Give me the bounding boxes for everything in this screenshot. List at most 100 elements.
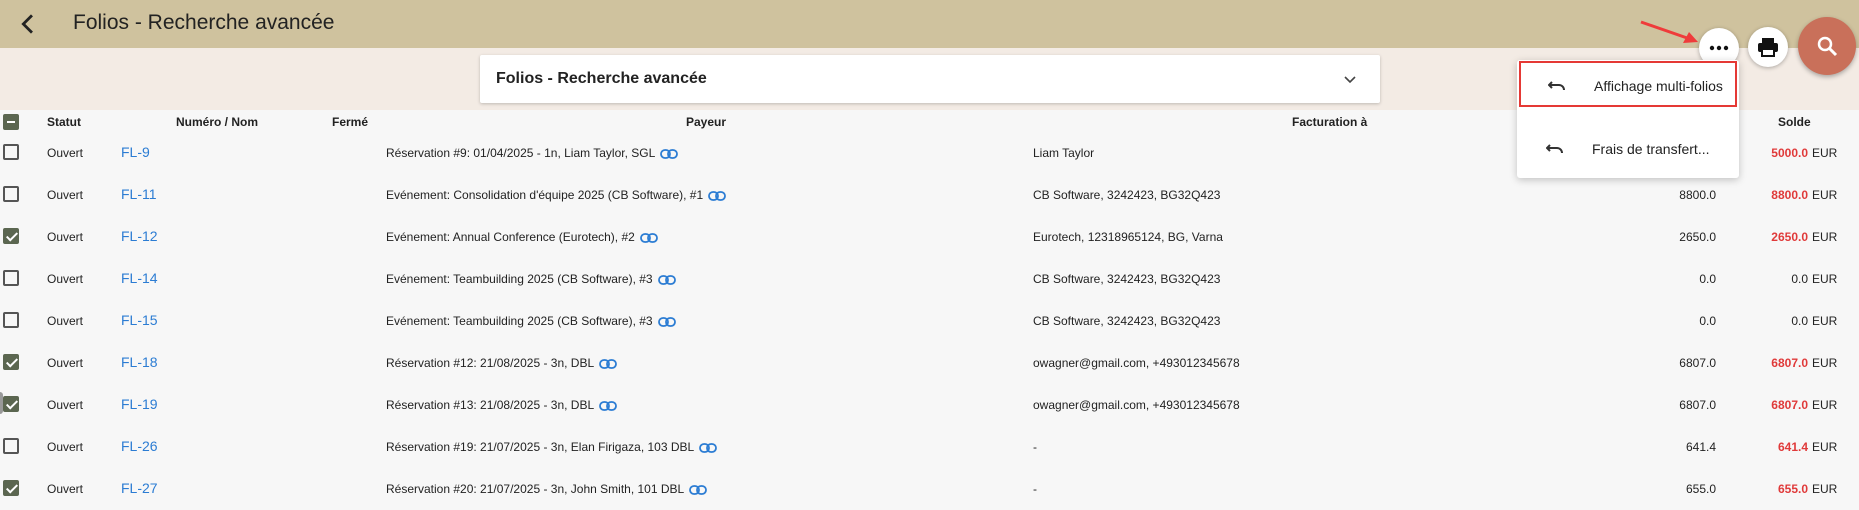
total-cell: 6807.0 [1679, 398, 1716, 412]
payeur-text: Evénement: Consolidation d'équipe 2025 (… [386, 188, 704, 202]
folio-number-link[interactable]: FL-27 [121, 480, 158, 496]
folio-number-link[interactable]: FL-9 [121, 144, 150, 160]
payeur-cell: Evénement: Teambuilding 2025 (CB Softwar… [386, 314, 676, 328]
link-icon[interactable] [660, 148, 679, 159]
payeur-text: Réservation #12: 21/08/2025 - 3n, DBL [386, 356, 595, 370]
currency-cell: EUR [1812, 356, 1838, 370]
col-facturation: Facturation à [1292, 115, 1368, 129]
back-arrow-icon[interactable] [14, 10, 42, 38]
col-numero: Numéro / Nom [176, 115, 259, 129]
payeur-text: Réservation #20: 21/07/2025 - 3n, John S… [386, 482, 685, 496]
total-cell: 0.0 [1699, 314, 1716, 328]
more-options-menu: Affichage multi-folios Frais de transfer… [1517, 60, 1739, 178]
payeur-cell: Réservation #19: 21/07/2025 - 3n, Elan F… [386, 440, 718, 454]
total-cell: 6807.0 [1679, 356, 1716, 370]
menu-item-multi-folios[interactable]: Affichage multi-folios [1519, 61, 1737, 107]
status-cell: Ouvert [47, 356, 84, 370]
payeur-cell: Réservation #9: 01/04/2025 - 1n, Liam Ta… [386, 146, 679, 160]
payeur-text: Evénement: Annual Conference (Eurotech),… [386, 230, 635, 244]
chevron-down-icon[interactable] [1342, 71, 1358, 87]
table-row: Ouvert FL-26 Réservation #19: 21/07/2025 -… [0, 426, 1859, 468]
menu-item-label: Frais de transfert... [1592, 141, 1710, 157]
solde-cell: 655.0 [1777, 482, 1808, 496]
currency-cell: EUR [1812, 482, 1838, 496]
link-icon[interactable] [689, 484, 708, 495]
currency-cell: EUR [1812, 146, 1838, 160]
search-panel-header[interactable]: Folios - Recherche avancée [480, 55, 1380, 103]
folio-number-link[interactable]: FL-19 [121, 396, 158, 412]
payeur-text: Réservation #19: 21/07/2025 - 3n, Elan F… [386, 440, 695, 454]
undo-icon [1548, 81, 1565, 91]
search-panel-title: Folios - Recherche avancée [496, 70, 707, 87]
row-checkbox[interactable] [3, 438, 19, 454]
row-checkbox[interactable] [3, 312, 19, 328]
folio-number-link[interactable]: FL-12 [121, 228, 158, 244]
link-icon[interactable] [699, 442, 718, 453]
facturation-cell: Liam Taylor [1033, 146, 1095, 160]
row-checkbox[interactable] [3, 480, 19, 496]
col-ferme: Fermé [332, 115, 369, 129]
payeur-cell: Réservation #13: 21/08/2025 - 3n, DBL [386, 398, 618, 412]
currency-cell: EUR [1812, 398, 1838, 412]
currency-cell: EUR [1812, 230, 1838, 244]
link-icon[interactable] [708, 190, 727, 201]
payeur-cell: Evénement: Teambuilding 2025 (CB Softwar… [386, 272, 676, 286]
col-solde: Solde [1778, 115, 1811, 129]
scrollbar-handle[interactable] [0, 392, 3, 414]
annotation-arrow [1640, 20, 1698, 43]
folio-number-link[interactable]: FL-15 [121, 312, 158, 328]
top-app-bar: Folios - Recherche avancée [0, 0, 1859, 48]
solde-cell: 6807.0 [1771, 398, 1808, 412]
table-row: Ouvert FL-12 Evénement: Annual Conference … [0, 216, 1859, 258]
table-row: Ouvert FL-11 Evénement: Consolidation d'éq… [0, 174, 1859, 216]
link-icon[interactable] [657, 316, 676, 327]
link-icon[interactable] [657, 274, 676, 285]
payeur-text: Evénement: Teambuilding 2025 (CB Softwar… [386, 272, 653, 286]
facturation-cell: owagner@gmail.com, +493012345678 [1033, 398, 1240, 412]
folio-number-link[interactable]: FL-18 [121, 354, 158, 370]
currency-cell: EUR [1812, 440, 1838, 454]
total-cell: 2650.0 [1679, 230, 1716, 244]
link-icon[interactable] [599, 358, 618, 369]
select-all-checkbox[interactable] [3, 114, 19, 130]
page-title: Folios - Recherche avancée [73, 11, 335, 34]
link-icon[interactable] [639, 232, 658, 243]
status-cell: Ouvert [47, 272, 84, 286]
solde-cell: 5000.0 [1771, 146, 1808, 160]
status-cell: Ouvert [47, 314, 84, 328]
total-cell: 655.0 [1685, 482, 1716, 496]
folio-number-link[interactable]: FL-11 [121, 186, 157, 202]
status-cell: Ouvert [47, 440, 84, 454]
solde-cell: 6807.0 [1771, 356, 1808, 370]
folio-number-link[interactable]: FL-14 [121, 270, 158, 286]
facturation-cell: owagner@gmail.com, +493012345678 [1033, 356, 1240, 370]
search-fab-button[interactable] [1798, 17, 1856, 75]
col-statut: Statut [47, 115, 81, 129]
row-checkbox[interactable] [3, 354, 19, 370]
currency-cell: EUR [1812, 188, 1838, 202]
row-checkbox[interactable] [3, 396, 19, 412]
table-row: Ouvert FL-27 Réservation #20: 21/07/2025 -… [0, 468, 1859, 510]
table-row: Ouvert FL-18 Réservation #12: 21/08/2025 -… [0, 342, 1859, 384]
link-icon[interactable] [599, 400, 618, 411]
status-cell: Ouvert [47, 398, 84, 412]
print-button[interactable] [1748, 27, 1788, 67]
facturation-cell: CB Software, 3242423, BG32Q423 [1033, 272, 1221, 286]
table-row: Ouvert FL-19 Réservation #13: 21/08/2025 -… [0, 384, 1859, 426]
row-checkbox[interactable] [3, 270, 19, 286]
row-checkbox[interactable] [3, 228, 19, 244]
menu-item-frais-transfert[interactable]: Frais de transfert... [1519, 126, 1737, 172]
status-cell: Ouvert [47, 230, 84, 244]
payeur-cell: Evénement: Consolidation d'équipe 2025 (… [386, 188, 727, 202]
solde-cell: 641.4 [1777, 440, 1808, 454]
status-cell: Ouvert [47, 188, 84, 202]
more-horiz-icon [1709, 45, 1729, 51]
col-payeur: Payeur [686, 115, 727, 129]
solde-cell: 8800.0 [1771, 188, 1808, 202]
row-checkbox[interactable] [3, 186, 19, 202]
row-checkbox[interactable] [3, 144, 19, 160]
folio-number-link[interactable]: FL-26 [121, 438, 158, 454]
facturation-cell: - [1033, 482, 1037, 496]
table-row: Ouvert FL-15 Evénement: Teambuilding 2025 … [0, 300, 1859, 342]
menu-item-label: Affichage multi-folios [1594, 78, 1723, 94]
